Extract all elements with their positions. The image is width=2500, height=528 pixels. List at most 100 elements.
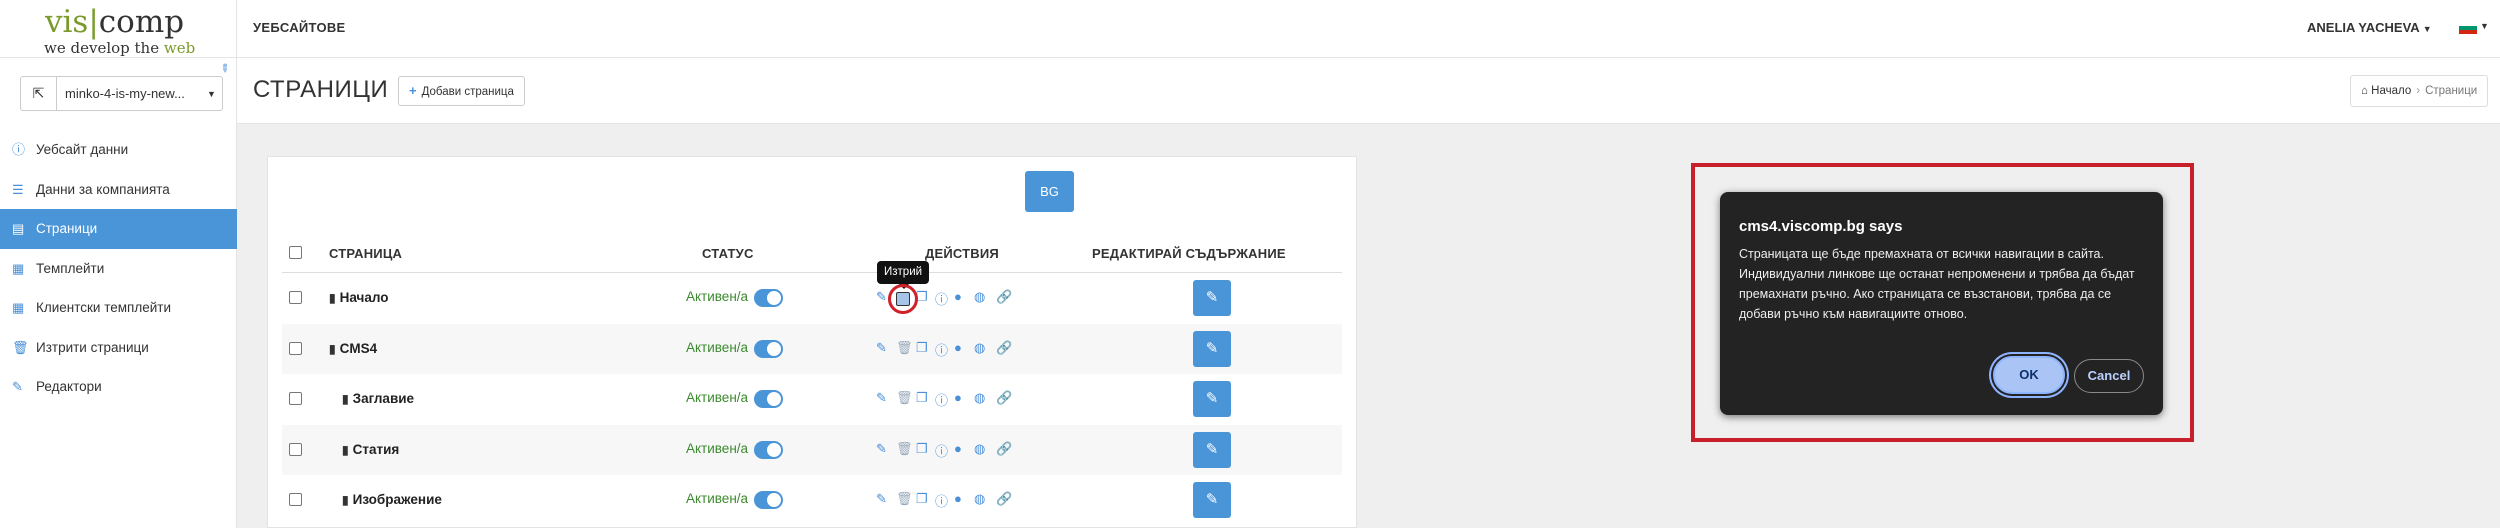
info-circle-icon: ⓘ (12, 142, 26, 157)
globe-icon[interactable]: ◍ (974, 390, 985, 406)
globe-icon[interactable]: ◍ (974, 441, 985, 457)
edit-content-button[interactable]: ✎ (1193, 330, 1231, 367)
user-menu[interactable]: ANELIA YACHEVA ▼ (2307, 20, 2432, 35)
row-checkbox[interactable] (289, 493, 302, 506)
column-header-actions: ДЕЙСТВИЯ (925, 246, 999, 261)
website-selector[interactable]: ⇱ minko-4-is-my-new... ▼ (20, 76, 223, 111)
row-checkbox[interactable] (289, 442, 302, 456)
edit-content-button[interactable]: ✎ (1193, 431, 1231, 468)
status-text: Активен/а (686, 339, 749, 355)
language-button[interactable]: BG (1025, 171, 1074, 212)
copy-icon[interactable]: ❐ (916, 340, 928, 356)
sidebar: ⇱ minko-4-is-my-new... ▼ ✎ ⓘ Уебсайт данн… (0, 58, 237, 528)
select-all-checkbox[interactable] (289, 246, 302, 259)
row-checkbox[interactable] (289, 291, 302, 304)
chevron-down-icon: ▼ (207, 89, 216, 99)
copy-icon[interactable]: ❐ (916, 390, 928, 406)
globe-icon[interactable]: ◍ (974, 289, 985, 305)
info-icon[interactable]: ⓘ (935, 390, 948, 409)
sidebar-item[interactable]: ☰ Данни за компанията (0, 170, 237, 210)
row-checkbox[interactable] (289, 392, 302, 405)
ok-button[interactable]: OK (1993, 356, 2065, 394)
user-icon[interactable]: ● (954, 289, 962, 304)
delete-icon[interactable]: 🗑 (896, 491, 913, 507)
chevron-down-icon[interactable]: ▼ (2480, 21, 2489, 31)
delete-icon[interactable]: 🗑 (896, 441, 913, 457)
status-toggle[interactable] (754, 289, 783, 307)
link-icon[interactable]: 🔗 (996, 441, 1012, 457)
status-toggle[interactable] (754, 491, 783, 509)
page-name[interactable]: ▮ Начало (329, 290, 389, 305)
page-name[interactable]: ▮ Статия (342, 442, 399, 457)
page-name[interactable]: ▮ CMS4 (329, 341, 377, 356)
column-header-edit-content: РЕДАКТИРАЙ СЪДЪРЖАНИЕ (1092, 246, 1286, 261)
globe-icon[interactable]: ◍ (974, 340, 985, 356)
user-icon[interactable]: ● (954, 441, 962, 456)
cancel-button[interactable]: Cancel (2074, 359, 2144, 393)
confirm-dialog: cms4.viscomp.bg says Страницата ще бъде … (1720, 192, 2163, 415)
edit-icon[interactable]: ✎ (876, 340, 887, 356)
copy-icon[interactable]: ❐ (916, 491, 928, 507)
sidebar-item[interactable]: ✎ Редактори (0, 367, 237, 407)
page-name[interactable]: ▮ Изображение (342, 492, 442, 507)
breadcrumb-current: Страници (2425, 85, 2478, 97)
status-toggle[interactable] (754, 440, 783, 459)
link-icon[interactable]: 🔗 (996, 390, 1012, 406)
status-toggle[interactable] (754, 390, 783, 408)
edit-content-button[interactable]: ✎ (1193, 482, 1231, 518)
globe-icon[interactable]: ◍ (974, 491, 985, 507)
user-icon[interactable]: ● (954, 491, 962, 506)
sidebar-item[interactable]: ▦ Клиентски темплейти (0, 288, 237, 328)
delete-icon[interactable]: 🗑 (896, 340, 913, 356)
sidebar-item-label: Редактори (36, 379, 102, 394)
page-name[interactable]: ▮ Заглавие (342, 391, 414, 406)
add-page-button[interactable]: + Добави страница (398, 76, 525, 106)
sidebar-item[interactable]: 🗑 Изтрити страници (0, 328, 237, 368)
info-icon[interactable]: ⓘ (935, 441, 948, 460)
grid-icon: ▦ (12, 260, 25, 276)
link-icon[interactable]: 🔗 (996, 491, 1012, 507)
breadcrumb-home[interactable]: Начало (2371, 85, 2411, 97)
breadcrumb-separator: › (2416, 85, 2421, 97)
delete-icon-highlighted[interactable] (896, 292, 910, 306)
user-icon[interactable]: ● (954, 340, 962, 355)
logo[interactable]: vis|comp we develop the web (0, 0, 237, 58)
info-icon[interactable]: ⓘ (935, 491, 948, 510)
user-icon[interactable]: ● (954, 390, 962, 405)
copy-icon[interactable]: ❐ (916, 441, 928, 457)
sidebar-item[interactable]: ▦ Темплейти (0, 249, 237, 289)
page-name-label: Изображение (352, 492, 442, 507)
info-icon[interactable]: ⓘ (935, 340, 948, 359)
table-row (282, 374, 1342, 424)
column-header-status: СТАТУС (702, 246, 754, 261)
home-icon: ⌂ (2361, 85, 2368, 97)
page-name-label: Начало (339, 290, 389, 305)
edit-icon[interactable]: ✎ (876, 390, 887, 406)
sidebar-item-label: Данни за компанията (36, 181, 170, 197)
external-link-icon[interactable]: ⇱ (21, 77, 57, 110)
status-toggle[interactable] (754, 339, 783, 358)
flag-stripe (2459, 30, 2477, 34)
link-icon[interactable]: 🔗 (996, 340, 1012, 356)
pin-icon[interactable]: ✎ (217, 61, 233, 76)
info-icon[interactable]: ⓘ (935, 289, 948, 308)
list-icon: ☰ (12, 181, 24, 197)
row-checkbox[interactable] (289, 341, 302, 355)
edit-icon[interactable]: ✎ (876, 441, 887, 457)
edit-icon[interactable]: ✎ (876, 289, 887, 305)
user-name: ANELIA YACHEVA (2307, 20, 2420, 35)
sidebar-item-label: Уебсайт данни (36, 142, 129, 157)
delete-tooltip: Изтрий (877, 261, 930, 289)
language-flag-icon[interactable] (2459, 22, 2477, 34)
link-icon[interactable]: 🔗 (996, 289, 1012, 305)
sidebar-item[interactable]: ⓘ Уебсайт данни (0, 130, 237, 170)
edit-icon[interactable]: ✎ (876, 491, 887, 507)
section-title[interactable]: УЕБСАЙТОВЕ (253, 20, 346, 35)
plus-icon: + (409, 83, 417, 98)
edit-content-button[interactable]: ✎ (1193, 381, 1231, 417)
breadcrumb: ⌂ Начало › Страници (2350, 75, 2489, 107)
sidebar-item[interactable]: ▤ Страници (0, 209, 237, 249)
edit-content-button[interactable]: ✎ (1193, 280, 1231, 316)
delete-icon[interactable]: 🗑 (896, 390, 913, 406)
document-icon: ▮ (342, 442, 349, 457)
